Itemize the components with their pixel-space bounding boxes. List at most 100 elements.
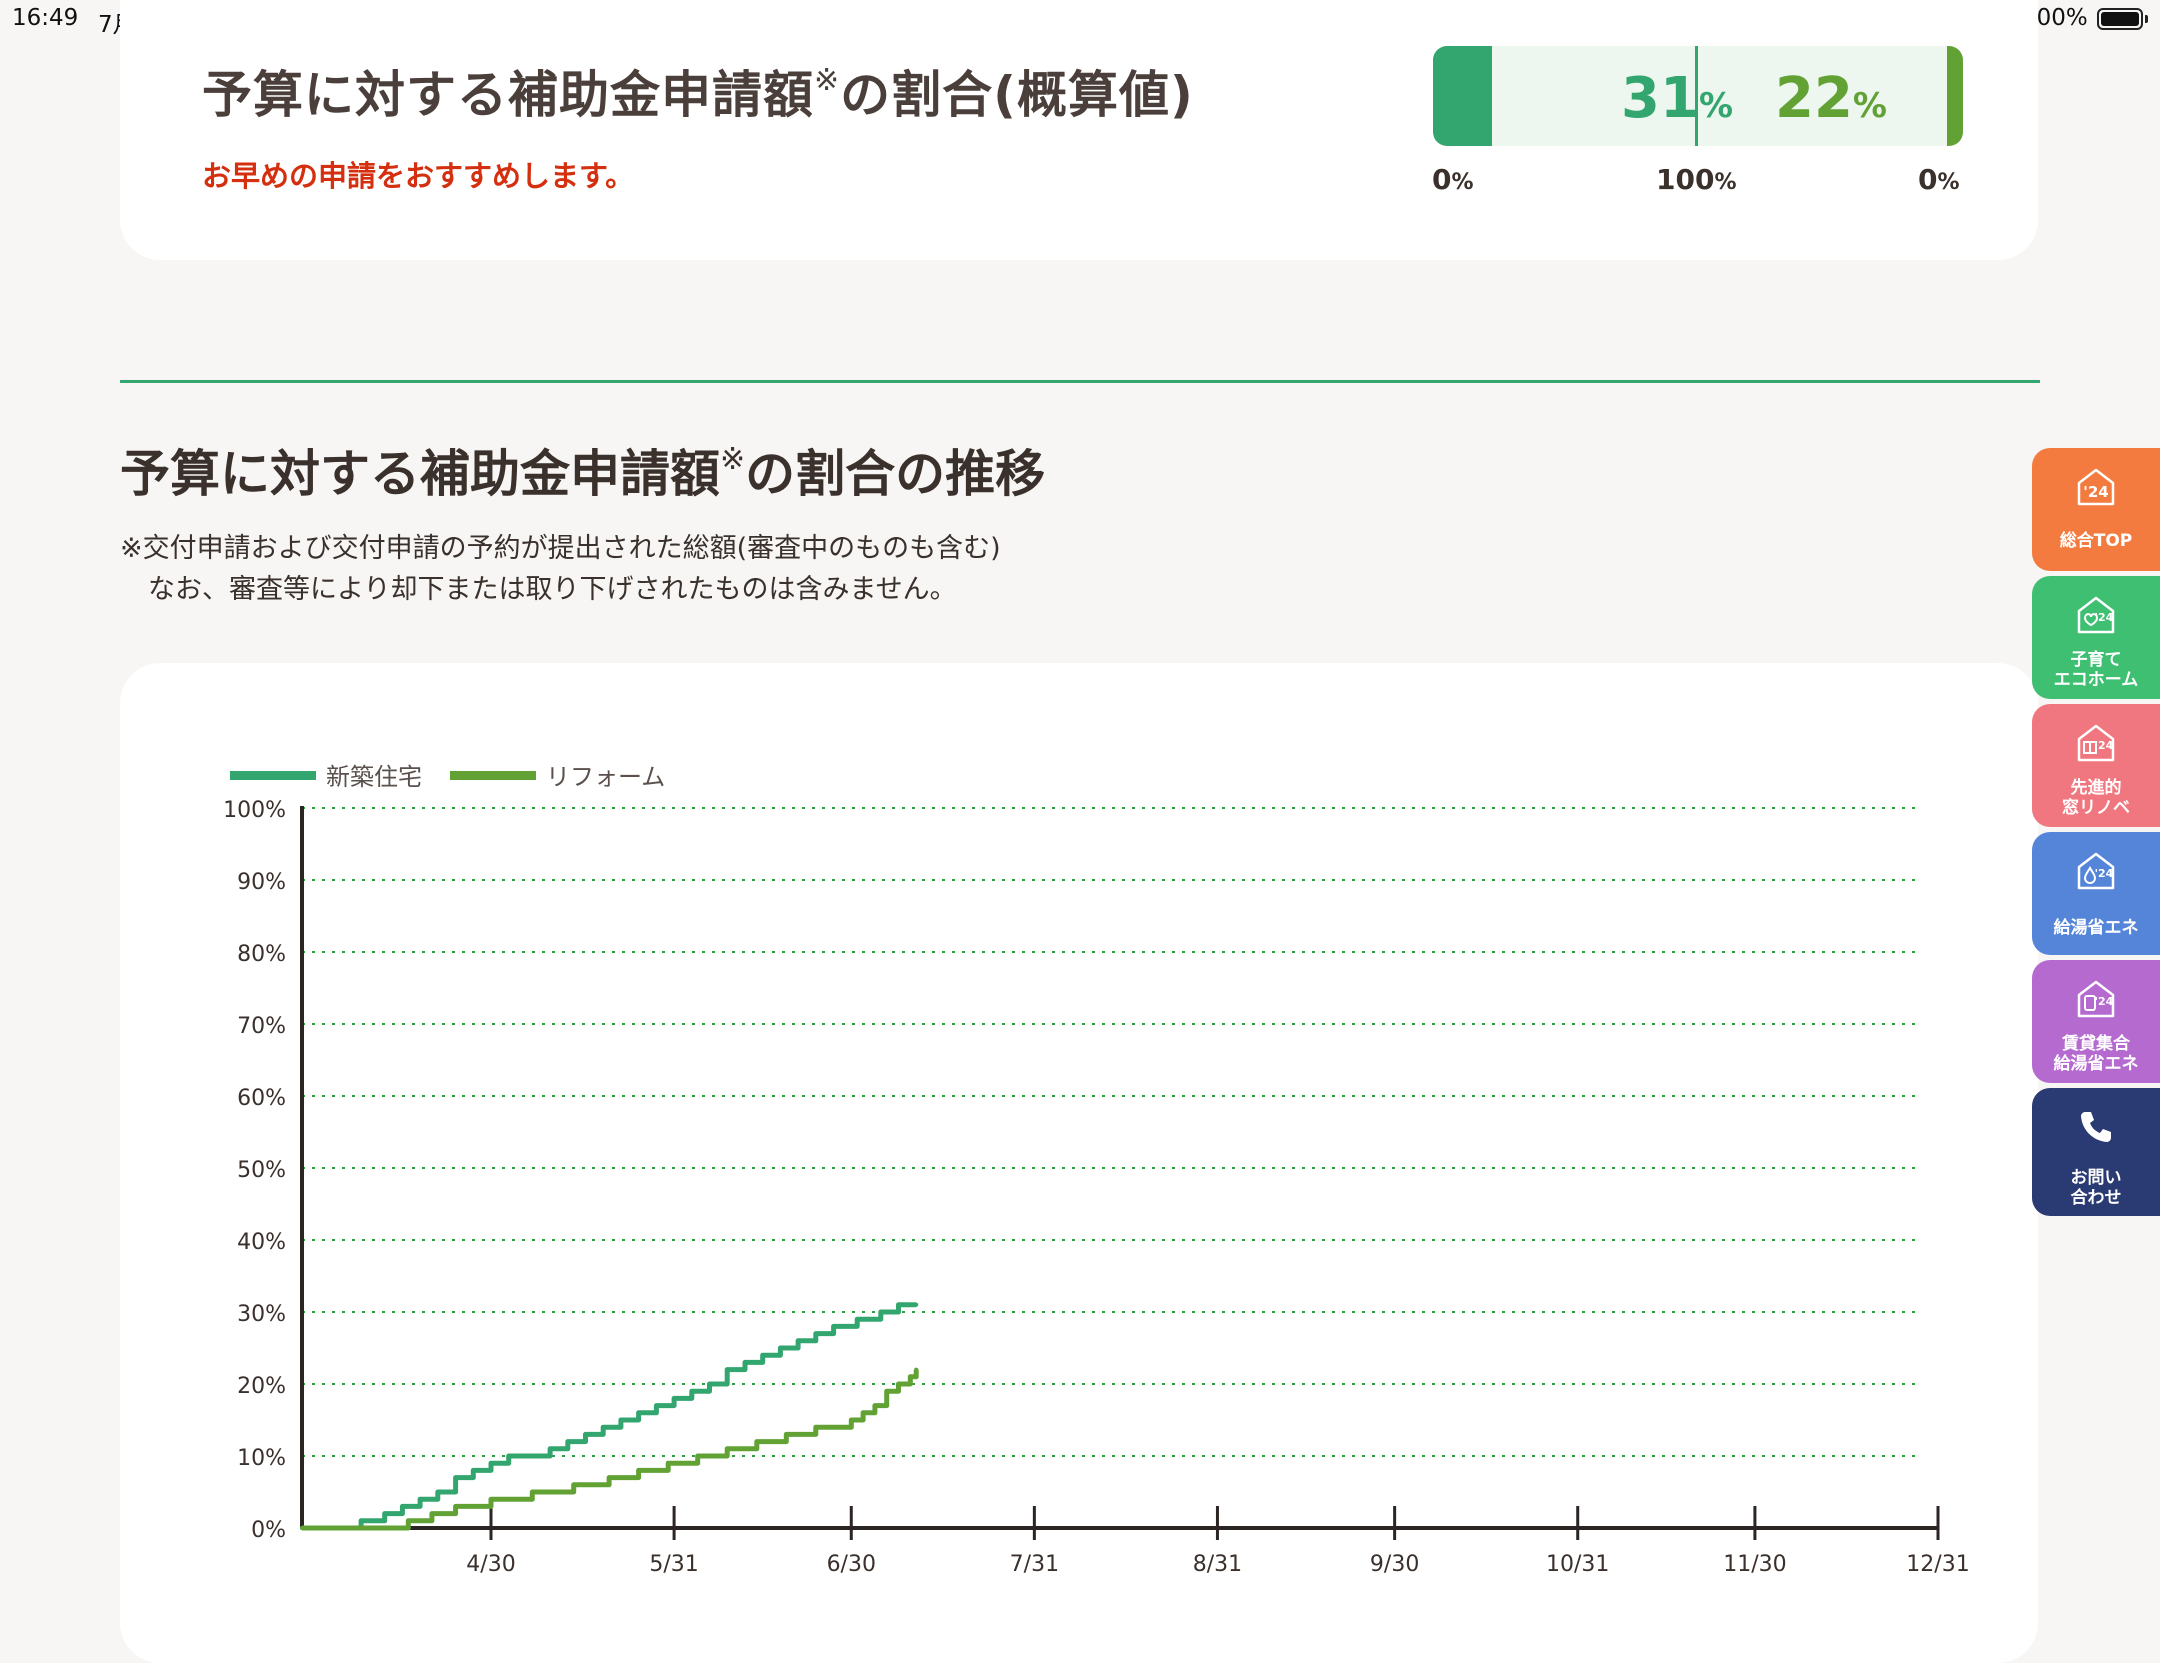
data-point xyxy=(636,1468,641,1473)
data-point xyxy=(382,1511,387,1516)
data-point xyxy=(583,1432,588,1437)
new-home-ratio-value: 31% xyxy=(1621,66,1734,131)
svg-text:'24: '24 xyxy=(2095,867,2114,880)
data-point xyxy=(914,1302,919,1307)
data-point xyxy=(636,1410,641,1415)
side-navigation: '24 総合TOP '24 子育て エコホーム '24 先進的 窓リノベ '24… xyxy=(2032,448,2160,1221)
svg-text:'24: '24 xyxy=(2095,995,2114,1008)
data-point xyxy=(488,1497,493,1502)
data-point xyxy=(488,1461,493,1466)
x-tick-label: 5/31 xyxy=(649,1552,698,1577)
data-point xyxy=(784,1432,789,1437)
nav-window-renovation-button[interactable]: '24 先進的 窓リノベ xyxy=(2032,704,2160,827)
house-heater-icon: '24 xyxy=(2077,980,2115,1018)
nav-kosodate-button[interactable]: '24 子育て エコホーム xyxy=(2032,576,2160,699)
data-point xyxy=(707,1382,712,1386)
budget-ratio-gauge: 31% 22% xyxy=(1433,46,1963,146)
data-point xyxy=(813,1331,818,1336)
y-tick-label: 90% xyxy=(237,870,286,895)
data-point xyxy=(453,1504,458,1509)
x-tick-label: 8/31 xyxy=(1193,1552,1242,1577)
data-point xyxy=(435,1490,440,1494)
nav-rental-water-heater-button[interactable]: '24 賃貸集合 給湯省エネ xyxy=(2032,960,2160,1083)
x-tick-label: 10/31 xyxy=(1546,1552,1609,1577)
trend-note-line2: なお、審査等により却下または取り下げされたものは含みません。 xyxy=(148,574,957,605)
data-point xyxy=(914,1367,919,1372)
legend-swatch xyxy=(230,771,316,780)
svg-text:'24: '24 xyxy=(2083,483,2108,501)
data-point xyxy=(878,1310,883,1314)
data-point xyxy=(571,1482,576,1487)
x-tick-label: 7/31 xyxy=(1010,1552,1059,1577)
nav-label: 総合TOP xyxy=(2059,531,2133,551)
data-point xyxy=(689,1389,694,1394)
ratio-card: 予算に対する補助金申請額※の割合(概算値) お早めの申請をおすすめします。 31… xyxy=(120,0,2038,260)
svg-text:'24: '24 xyxy=(2095,739,2114,752)
trend-chart-card: 0% 10% 20% 30% 40% 50% 60% 70% 80% 90% 100% 4/30 5/3… xyxy=(120,663,2038,1663)
nav-top-button[interactable]: '24 総合TOP xyxy=(2032,448,2160,571)
ratio-title: 予算に対する補助金申請額※の割合(概算値) xyxy=(202,63,1194,124)
legend-label: 新築住宅 xyxy=(326,763,422,791)
data-point xyxy=(725,1446,730,1451)
x-tick-label: 9/30 xyxy=(1370,1552,1419,1577)
y-tick-label: 40% xyxy=(237,1230,286,1255)
y-tick-label: 60% xyxy=(237,1086,286,1111)
house-heart-icon: '24 xyxy=(2077,596,2115,634)
data-point xyxy=(506,1454,511,1458)
apply-early-notice: お早めの申請をおすすめします。 xyxy=(202,159,635,193)
data-point xyxy=(565,1439,570,1444)
y-tick-label: 80% xyxy=(237,942,286,967)
nav-label: 子育て エコホーム xyxy=(2053,650,2139,690)
x-tick-label: 6/30 xyxy=(827,1552,876,1577)
data-point xyxy=(607,1475,612,1480)
y-tick-label: 70% xyxy=(237,1014,286,1039)
data-point xyxy=(884,1389,889,1394)
data-point xyxy=(754,1439,759,1444)
reform-ratio-value: 22% xyxy=(1774,66,1887,131)
y-tick-label: 10% xyxy=(237,1446,286,1471)
data-point xyxy=(601,1425,606,1430)
section-divider xyxy=(120,380,2040,383)
data-point xyxy=(796,1338,801,1343)
data-point xyxy=(418,1497,423,1502)
data-point xyxy=(406,1518,411,1523)
data-point xyxy=(760,1353,765,1358)
data-point xyxy=(400,1504,405,1509)
x-tick-label: 12/31 xyxy=(1906,1552,1969,1577)
data-point xyxy=(896,1302,901,1307)
data-point xyxy=(896,1382,901,1386)
data-point xyxy=(530,1490,535,1494)
data-point xyxy=(725,1367,730,1372)
data-point xyxy=(672,1396,677,1401)
nav-contact-button[interactable]: お問い 合わせ xyxy=(2032,1088,2160,1216)
y-tick-label: 30% xyxy=(237,1302,286,1327)
legend-swatch xyxy=(450,771,536,780)
y-tick-label: 20% xyxy=(237,1374,286,1399)
nav-label: 給湯省エネ xyxy=(2053,918,2139,938)
status-time: 16:49 xyxy=(12,5,79,31)
nav-label: お問い 合わせ xyxy=(2070,1168,2122,1208)
nav-label: 先進的 窓リノベ xyxy=(2062,778,2130,818)
trend-note-line1: ※交付申請および交付申請の予約が提出された総額(審査中のものも含む) xyxy=(120,533,1001,564)
gauge-tick-left: 0% xyxy=(1432,163,1474,196)
y-tick-label: 50% xyxy=(237,1158,286,1183)
data-point xyxy=(666,1461,671,1466)
legend-label: リフォーム xyxy=(546,763,665,791)
data-point xyxy=(471,1468,476,1473)
data-point xyxy=(908,1374,913,1379)
nav-water-heater-button[interactable]: '24 給湯省エネ xyxy=(2032,832,2160,955)
data-point xyxy=(548,1446,553,1451)
house-drop-icon: '24 xyxy=(2077,852,2115,890)
data-point xyxy=(654,1403,659,1408)
y-tick-label: 0% xyxy=(251,1518,286,1543)
data-point xyxy=(813,1425,818,1430)
x-tick-label: 4/30 xyxy=(466,1552,515,1577)
data-point xyxy=(618,1418,623,1422)
data-point xyxy=(695,1454,700,1458)
data-point xyxy=(872,1403,877,1408)
data-point xyxy=(861,1410,866,1415)
house-window-icon: '24 xyxy=(2077,724,2115,762)
data-point xyxy=(831,1324,836,1329)
data-point xyxy=(849,1418,854,1422)
gauge-tick-mid: 100% xyxy=(1656,163,1737,196)
